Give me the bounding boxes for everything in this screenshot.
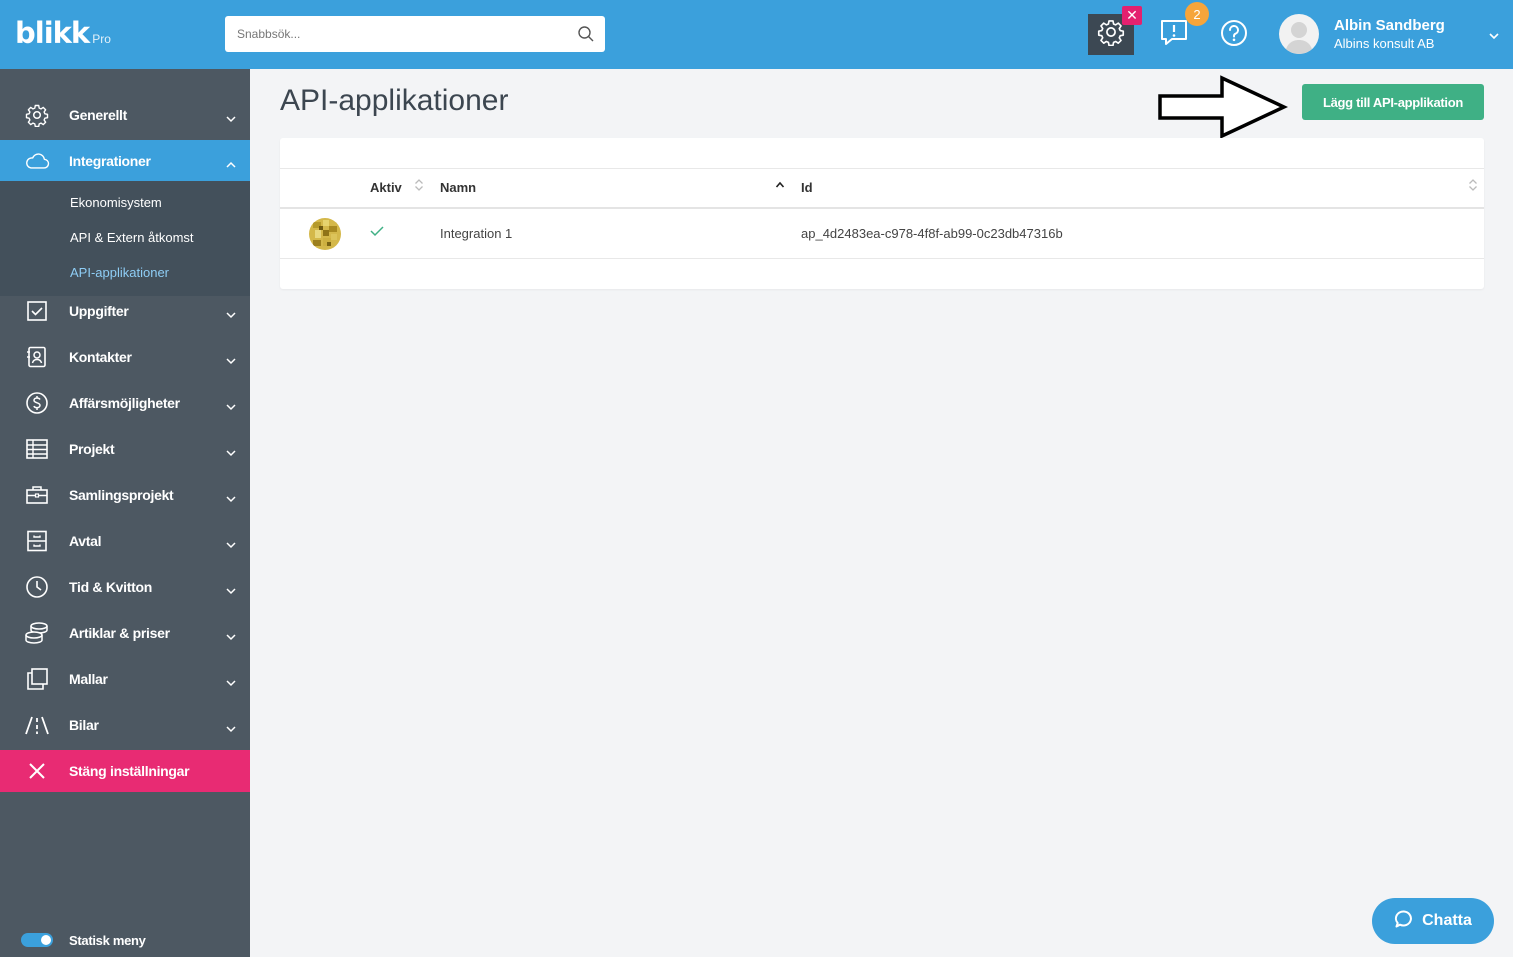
- quick-search: [225, 16, 605, 52]
- add-api-application-button[interactable]: Lägg till API-applikation: [1302, 84, 1484, 120]
- sidebar-item-tid-kvitton[interactable]: Tid & Kvitton: [0, 566, 250, 608]
- chat-bubble-icon: [1394, 909, 1414, 934]
- sort-ascending-icon[interactable]: [775, 177, 785, 195]
- help-button[interactable]: [1219, 18, 1249, 48]
- logo-sub: Pro: [92, 32, 111, 46]
- logo-text: blikk: [15, 16, 90, 50]
- sort-icon[interactable]: [414, 178, 424, 197]
- chevron-down-icon: [225, 398, 237, 416]
- row-name[interactable]: Integration 1: [440, 226, 512, 241]
- chevron-down-icon: [225, 720, 237, 738]
- user-org[interactable]: Albins konsult AB: [1334, 36, 1434, 51]
- sidebar-item-samlingsprojekt[interactable]: Samlingsprojekt: [0, 474, 250, 516]
- sidebar-item-generellt[interactable]: Generellt: [0, 94, 250, 136]
- sidebar-subitem-api-applikationer[interactable]: API-applikationer: [70, 265, 169, 280]
- notification-badge: 2: [1185, 2, 1209, 26]
- toggle-knob: [41, 935, 51, 945]
- sidebar-item-label: Generellt: [69, 107, 127, 123]
- sidebar-submenu: Ekonomisystem API & Extern åtkomst API-a…: [0, 181, 250, 296]
- table-header-divider: [280, 207, 1484, 209]
- sidebar-item-bilar[interactable]: Bilar: [0, 704, 250, 746]
- chevron-down-icon: [225, 306, 237, 324]
- page-title: API-applikationer: [280, 84, 509, 117]
- table-icon: [24, 437, 50, 461]
- contact-book-icon: [24, 345, 50, 369]
- cloud-icon: [24, 149, 50, 173]
- sidebar-item-affarsmojligheter[interactable]: Affärsmöjligheter: [0, 382, 250, 424]
- chevron-down-icon: [225, 536, 237, 554]
- search-input[interactable]: [225, 16, 555, 52]
- logo[interactable]: blikk Pro: [15, 18, 111, 48]
- close-settings-label: Stäng inställningar: [69, 763, 190, 779]
- top-bar: blikk Pro ✕ 2 Albin Sandberg Albins kons…: [0, 0, 1513, 69]
- sort-icon[interactable]: [1468, 178, 1478, 197]
- sidebar-item-artiklar-priser[interactable]: Artiklar & priser: [0, 612, 250, 654]
- sidebar-item-label: Projekt: [69, 441, 115, 457]
- arrow-right-icon: [1158, 75, 1288, 139]
- gear-icon: [24, 103, 50, 127]
- sidebar-item-label: Bilar: [69, 717, 99, 733]
- chevron-down-icon: [225, 582, 237, 600]
- sidebar: Generellt Integrationer Ekonomisystem AP…: [0, 69, 250, 957]
- sidebar-item-avtal[interactable]: Avtal: [0, 520, 250, 562]
- briefcase-icon: [24, 483, 50, 507]
- active-check-icon: [370, 224, 384, 242]
- table-row-divider: [280, 258, 1484, 259]
- chevron-down-icon: [225, 352, 237, 370]
- chevron-down-icon: [225, 110, 237, 128]
- gear-icon: [1097, 18, 1125, 51]
- question-icon: [1219, 20, 1249, 52]
- sidebar-item-label: Artiklar & priser: [69, 625, 170, 641]
- sidebar-item-projekt[interactable]: Projekt: [0, 428, 250, 470]
- sidebar-item-label: Integrationer: [69, 153, 151, 169]
- close-settings-button[interactable]: Stäng inställningar: [0, 750, 250, 792]
- sidebar-item-integrationer[interactable]: Integrationer: [0, 140, 250, 182]
- sidebar-subitem-ekonomisystem[interactable]: Ekonomisystem: [70, 195, 162, 210]
- sidebar-item-mallar[interactable]: Mallar: [0, 658, 250, 700]
- search-icon[interactable]: [577, 25, 595, 48]
- api-applications-table: Aktiv Namn Id Integration 1 ap_4d2483ea-…: [280, 138, 1484, 289]
- user-avatar[interactable]: [1279, 14, 1319, 54]
- sidebar-item-uppgifter[interactable]: Uppgifter: [0, 290, 250, 332]
- chat-button[interactable]: Chatta: [1372, 898, 1494, 944]
- checkbox-icon: [24, 299, 50, 323]
- sidebar-item-label: Mallar: [69, 671, 108, 687]
- row-id: ap_4d2483ea-c978-4f8f-ab99-0c23db47316b: [801, 226, 1063, 241]
- copy-icon: [24, 667, 50, 691]
- sidebar-item-label: Affärsmöjligheter: [69, 395, 180, 411]
- clock-icon: [24, 575, 50, 599]
- chevron-down-icon: [225, 490, 237, 508]
- close-icon: [24, 759, 50, 783]
- chat-label: Chatta: [1422, 912, 1472, 929]
- messages-button[interactable]: [1158, 17, 1190, 49]
- sidebar-item-label: Avtal: [69, 533, 102, 549]
- column-header-namn[interactable]: Namn: [440, 180, 476, 195]
- column-header-aktiv[interactable]: Aktiv: [370, 180, 402, 195]
- sidebar-item-label: Kontakter: [69, 349, 132, 365]
- chevron-down-icon: [225, 674, 237, 692]
- sidebar-item-label: Uppgifter: [69, 303, 129, 319]
- chevron-down-icon[interactable]: [1488, 27, 1500, 45]
- chevron-down-icon: [225, 444, 237, 462]
- sidebar-subitem-api-extern[interactable]: API & Extern åtkomst: [70, 230, 194, 245]
- cabinet-icon: [24, 529, 50, 553]
- dollar-icon: [24, 391, 50, 415]
- close-icon: ✕: [1126, 7, 1138, 23]
- message-alert-icon: [1158, 20, 1190, 53]
- user-name[interactable]: Albin Sandberg: [1334, 17, 1445, 34]
- sidebar-item-label: Tid & Kvitton: [69, 579, 152, 595]
- static-menu-label: Statisk meny: [69, 933, 146, 948]
- table-top-divider: [280, 168, 1484, 169]
- application-avatar: [309, 218, 341, 250]
- chevron-up-icon: [225, 156, 237, 174]
- chevron-down-icon: [225, 628, 237, 646]
- column-header-id[interactable]: Id: [801, 180, 813, 195]
- sidebar-item-label: Samlingsprojekt: [69, 487, 174, 503]
- coins-icon: [24, 621, 50, 645]
- road-icon: [24, 713, 50, 737]
- sidebar-item-kontakter[interactable]: Kontakter: [0, 336, 250, 378]
- close-settings-badge[interactable]: ✕: [1122, 6, 1142, 25]
- static-menu-toggle[interactable]: [21, 933, 53, 947]
